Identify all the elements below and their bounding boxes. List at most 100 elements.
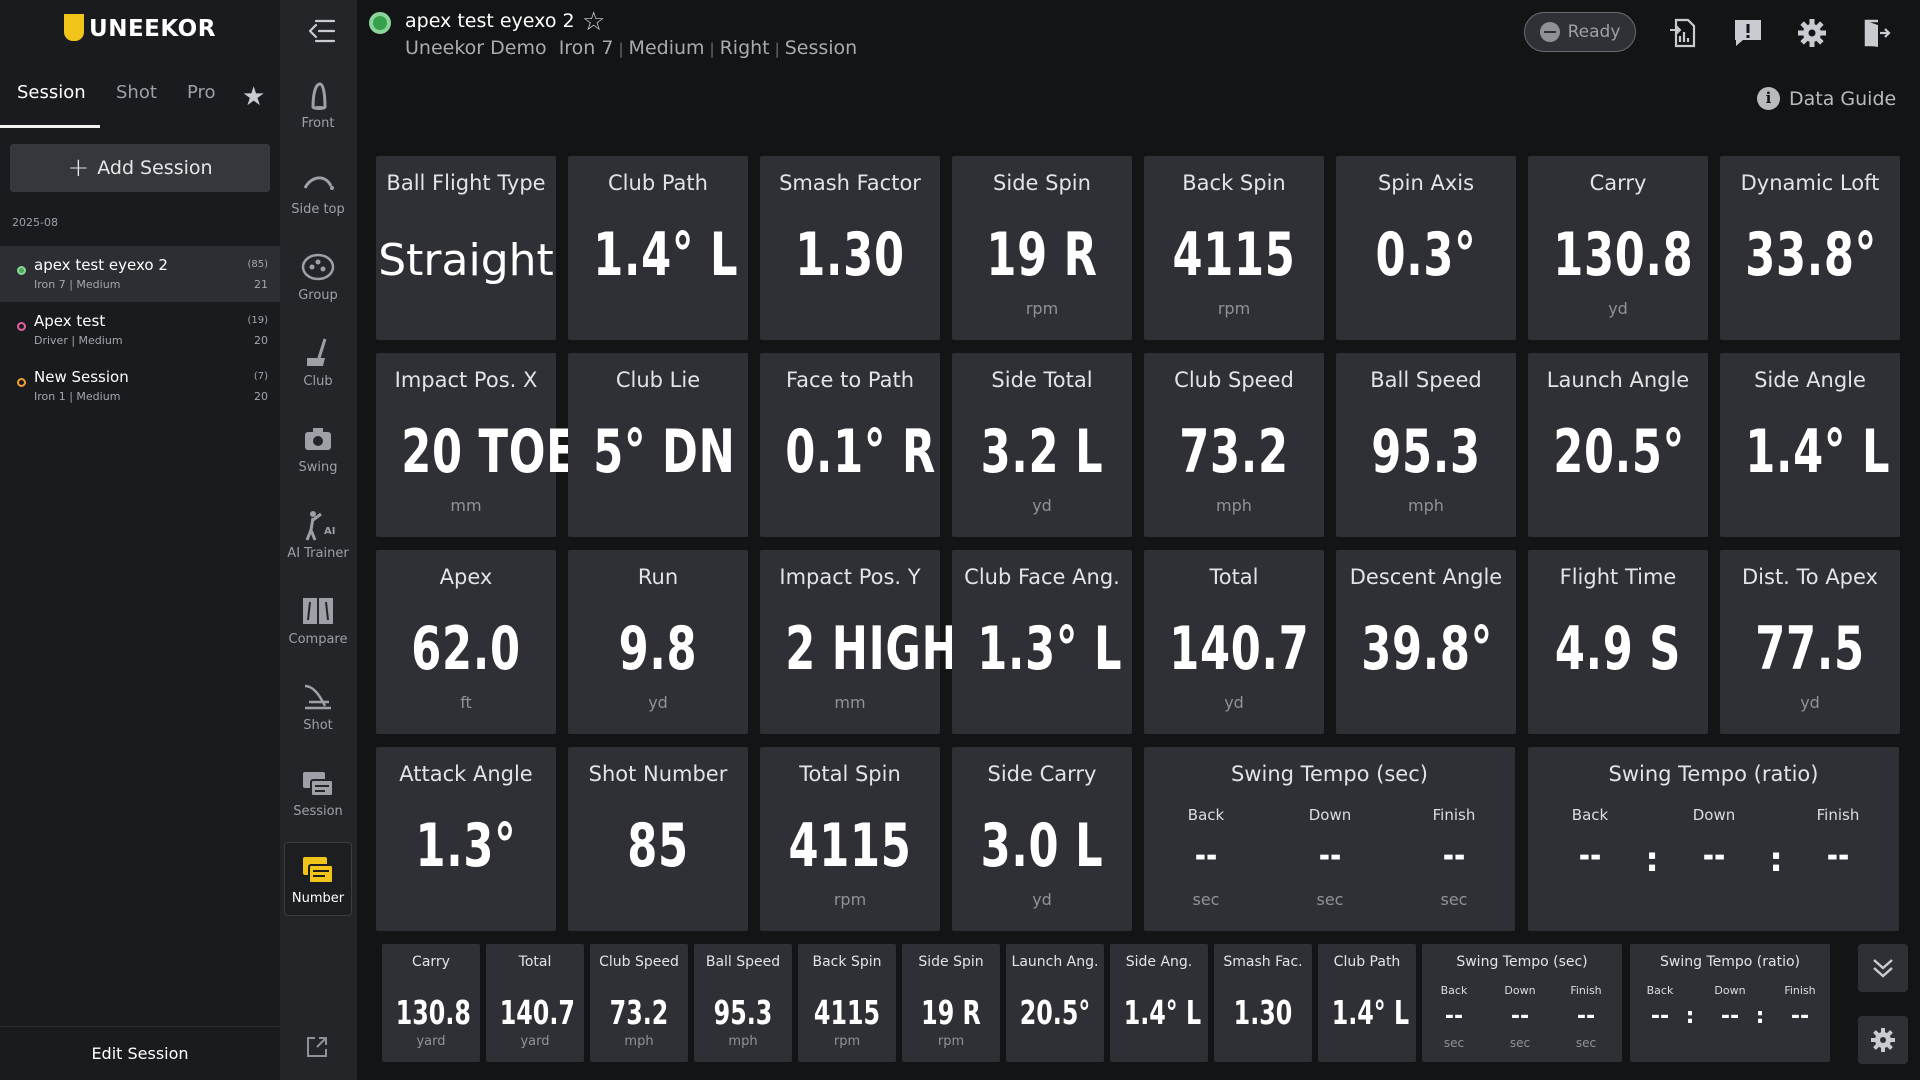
rail-item-club[interactable]: Club [284, 336, 352, 412]
metric-card-dynamic-loft: Dynamic Loft 33.8° [1720, 156, 1900, 340]
rail-item-ai-trainer[interactable]: AI AI Trainer [284, 508, 352, 584]
tempo-value-down: -- [1720, 1004, 1740, 1029]
metric-card-back-spin: Back Spin 4115 rpm [1144, 156, 1324, 340]
session-shot-count: (7) [253, 371, 268, 382]
ratio-separator: : [1645, 840, 1659, 880]
metric-unit: rpm [1025, 299, 1059, 318]
session-status-dot [17, 378, 26, 387]
favorites-star-icon[interactable]: ★ [242, 84, 265, 110]
feedback-icon[interactable] [1731, 16, 1765, 50]
metric-card-dist-to-apex: Dist. To Apex 77.5 yd [1720, 550, 1900, 734]
camera-icon [305, 428, 331, 450]
metric-title: Flight Time [1559, 565, 1677, 589]
rail-item-shot[interactable]: Shot [284, 680, 352, 756]
session-list-item[interactable]: Apex test Driver | Medium (19) 20 [0, 302, 280, 358]
favorite-star-icon[interactable]: ☆ [582, 8, 605, 36]
metric-card-attack-angle: Attack Angle 1.3° [376, 747, 556, 931]
tempo-title: Swing Tempo (sec) [1231, 762, 1428, 786]
session-club-info: Iron 1 | Medium [34, 390, 121, 403]
metric-unit: mm [834, 693, 866, 712]
metric-title: Apex [439, 565, 493, 589]
rail-item-group[interactable]: Group [284, 250, 352, 326]
summary-unit: yard [520, 1034, 550, 1049]
tempo-value-back: -- [1650, 1004, 1670, 1029]
session-panel: UNEEKOR Session Shot Pro ★ + Add Session … [0, 0, 280, 1080]
rail-item-swing[interactable]: Swing [284, 422, 352, 498]
metric-value: 62.0 [411, 614, 521, 684]
summary-title: Launch Ang. [1011, 954, 1099, 970]
summary-tempo-sec: Swing Tempo (sec) Back -- sec Down -- sec Finis… [1422, 944, 1622, 1062]
app-window: UNEEKOR Session Shot Pro ★ + Add Session … [0, 0, 1920, 1080]
divider: | [709, 40, 715, 58]
summary-title: Carry [412, 954, 450, 970]
session-number: 20 [254, 390, 268, 403]
session-shot-count: (19) [247, 315, 268, 326]
ratio-separator: : [1755, 1004, 1765, 1029]
summary-unit: rpm [937, 1034, 965, 1049]
logout-icon[interactable] [1858, 16, 1892, 50]
data-guide-button[interactable]: i Data Guide [1757, 87, 1896, 110]
metric-title: Shot Number [588, 762, 728, 786]
metric-title: Carry [1589, 171, 1647, 195]
metric-title: Ball Flight Type [386, 171, 546, 195]
metric-value: 5° DN [593, 417, 736, 487]
add-session-button[interactable]: + Add Session [10, 144, 270, 192]
rail-item-session[interactable]: Session [284, 766, 352, 842]
metric-value: 20.5° [1553, 417, 1685, 487]
settings-gear-icon[interactable] [1795, 16, 1829, 50]
tab-pro[interactable]: Pro [187, 82, 216, 103]
summary-value: 1.30 [1233, 993, 1293, 1032]
chevron-double-down-icon [1873, 959, 1893, 978]
expand-strip-button[interactable] [1858, 944, 1908, 992]
metric-card-side-total: Side Total 3.2 L yd [952, 353, 1132, 537]
logo-text: UNEEKOR [89, 16, 216, 42]
tab-session[interactable]: Session [17, 82, 86, 103]
rail-item-compare[interactable]: Compare [284, 594, 352, 670]
metric-title: Side Carry [987, 762, 1097, 786]
metric-value: 1.30 [795, 220, 905, 290]
session-name: New Session [34, 368, 129, 386]
summary-value: 95.3 [713, 993, 773, 1032]
metric-value: 19 R [986, 220, 1098, 290]
session-list-item[interactable]: apex test eyexo 2 Iron 7 | Medium (85) 21 [0, 246, 280, 302]
tempo-label-down: Down [1504, 984, 1536, 997]
metrics-grid: Ball Flight Type Straight Club Path 1.4° LS… [376, 156, 1900, 932]
summary-title: Swing Tempo (sec) [1456, 954, 1588, 970]
export-report-icon[interactable] [1668, 16, 1702, 50]
summary-card-club-speed: Club Speed 73.2 mph [590, 944, 688, 1062]
rail-item-label: Group [298, 288, 338, 303]
group-icon [301, 253, 335, 281]
metric-value: 4115 [788, 811, 912, 881]
tab-shot[interactable]: Shot [116, 82, 157, 103]
tempo-unit: sec [1443, 1036, 1465, 1050]
info-icon: i [1757, 87, 1780, 110]
tempo-unit: sec [1316, 890, 1344, 909]
data-guide-label: Data Guide [1789, 87, 1897, 110]
metric-title: Smash Factor [779, 171, 921, 195]
metric-title: Total [1209, 565, 1259, 589]
summary-card-carry: Carry 130.8 yard [382, 944, 480, 1062]
summary-card-club-path: Club Path 1.4° L [1318, 944, 1416, 1062]
tempo-unit: sec [1575, 1036, 1597, 1050]
metric-title: Impact Pos. Y [779, 565, 921, 589]
popout-icon[interactable] [304, 1034, 330, 1060]
metric-card-side-angle: Side Angle 1.4° L [1720, 353, 1900, 537]
metric-value: 0.1° R [785, 417, 936, 487]
metric-card-face-to-path: Face to Path 0.1° R [760, 353, 940, 537]
strip-settings-button[interactable] [1858, 1016, 1908, 1064]
metric-title: Run [637, 565, 679, 589]
ready-button[interactable]: Ready [1524, 12, 1636, 52]
rail-item-label: Side top [291, 202, 345, 217]
rail-item-side-top[interactable]: Side top [284, 164, 352, 240]
shot-icon [304, 684, 331, 710]
subtitle-user: Uneekor Demo [405, 37, 547, 59]
rail-item-number[interactable]: Number [284, 842, 352, 916]
metric-card-club-speed: Club Speed 73.2 mph [1144, 353, 1324, 537]
metric-card-launch-angle: Launch Angle 20.5° [1528, 353, 1708, 537]
rail-item-front[interactable]: Front [284, 78, 352, 154]
session-list-item[interactable]: New Session Iron 1 | Medium (7) 20 [0, 358, 280, 414]
edit-session-button[interactable]: Edit Session [0, 1026, 280, 1080]
metric-card-club-lie: Club Lie 5° DN [568, 353, 748, 537]
summary-title: Side Ang. [1125, 954, 1193, 970]
collapse-menu-icon[interactable] [302, 16, 336, 46]
